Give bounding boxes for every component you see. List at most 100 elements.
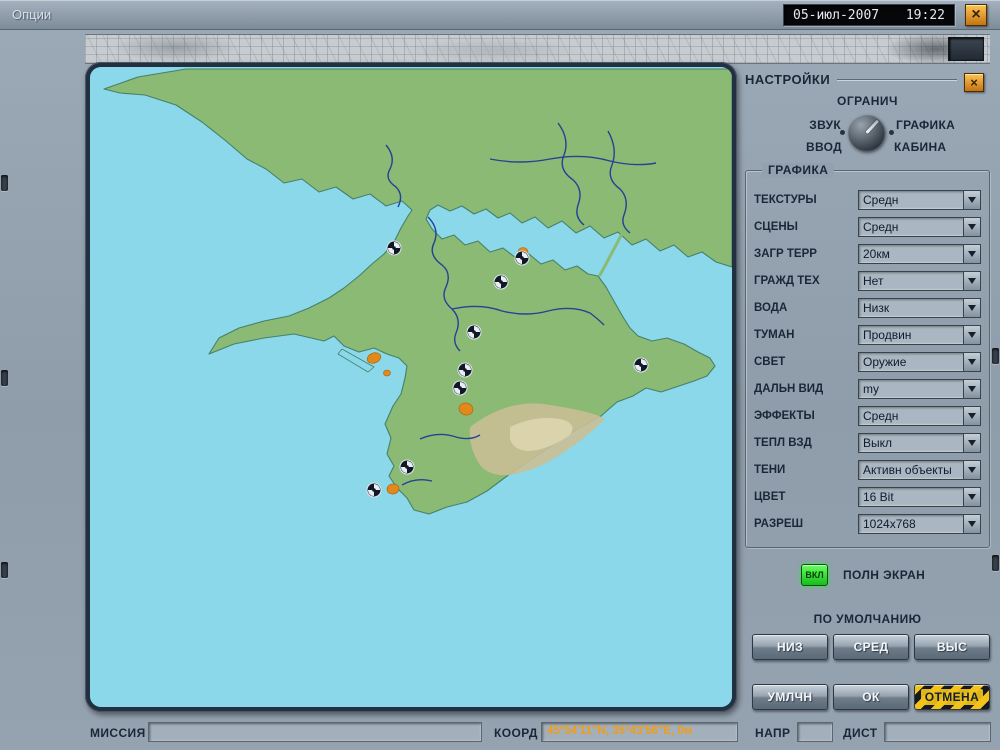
row-label: ВОДА: [754, 302, 858, 314]
mission-field: [148, 722, 482, 742]
row-label: ТЕПЛ ВЗД: [754, 437, 858, 449]
airfield-marker[interactable]: [387, 241, 401, 255]
defaults-label: ПО УМОЛЧАНИЮ: [745, 612, 990, 626]
dropdown-value: Низк: [859, 299, 963, 317]
knob-label-graphics[interactable]: ГРАФИКА: [896, 118, 955, 132]
chevron-down-icon: [968, 278, 976, 284]
terrain-load-dropdown[interactable]: 20км: [858, 244, 981, 264]
airfield-marker[interactable]: [494, 275, 508, 289]
dropdown-arrow-button[interactable]: [963, 380, 980, 398]
fullscreen-toggle[interactable]: ВКЛ: [801, 564, 828, 586]
action-buttons: УМЛЧН ОК ОТМЕНА: [752, 684, 990, 710]
effects-dropdown[interactable]: Средн: [858, 406, 981, 426]
fullscreen-label: ПОЛН ЭКРАН: [843, 568, 925, 582]
scenes-dropdown[interactable]: Средн: [858, 217, 981, 237]
strip-inset-panel: [948, 37, 984, 61]
header-rule: [837, 79, 957, 81]
chevron-down-icon: [968, 386, 976, 392]
graphics-row: СВЕТ Оружие: [754, 348, 981, 375]
airfield-marker[interactable]: [367, 483, 381, 497]
groupbox-legend: ГРАФИКА: [762, 163, 834, 177]
dropdown-arrow-button[interactable]: [963, 353, 980, 371]
defaults-high-button[interactable]: ВЫС: [914, 634, 990, 660]
dropdown-value: 16 Bit: [859, 488, 963, 506]
lights-dropdown[interactable]: Оружие: [858, 352, 981, 372]
dropdown-arrow-button[interactable]: [963, 515, 980, 533]
knob-label-sound[interactable]: ЗВУК: [745, 118, 841, 132]
dropdown-value: my: [859, 380, 963, 398]
category-knob[interactable]: [848, 114, 885, 151]
row-label: ТУМАН: [754, 329, 858, 341]
window-close-button[interactable]: ×: [965, 4, 987, 26]
row-label: ЦВЕТ: [754, 491, 858, 503]
chevron-down-icon: [968, 413, 976, 419]
row-label: СЦЕНЫ: [754, 221, 858, 233]
dropdown-value: 20км: [859, 245, 963, 263]
dropdown-arrow-button[interactable]: [963, 407, 980, 425]
defaults-medium-button[interactable]: СРЕД: [833, 634, 909, 660]
graphics-row: ТЕНИ Активн объекты: [754, 456, 981, 483]
heading-label: НАПР: [755, 726, 790, 740]
chevron-down-icon: [968, 521, 976, 527]
fog-dropdown[interactable]: Продвин: [858, 325, 981, 345]
shadows-dropdown[interactable]: Активн объекты: [858, 460, 981, 480]
knob-label-cockpit[interactable]: КАБИНА: [894, 140, 946, 154]
knob-label-input[interactable]: ВВОД: [745, 140, 842, 154]
graphics-row: РАЗРЕШ 1024x768: [754, 510, 981, 537]
airfield-marker[interactable]: [467, 325, 481, 339]
resolution-dropdown[interactable]: 1024x768: [858, 514, 981, 534]
row-label: ДАЛЬН ВИД: [754, 383, 858, 395]
water-dropdown[interactable]: Низк: [858, 298, 981, 318]
ok-button[interactable]: ОК: [833, 684, 909, 710]
cancel-button-label: ОТМЕНА: [921, 689, 983, 705]
graphics-groupbox: ГРАФИКА ТЕКСТУРЫ Средн СЦЕНЫ Средн ЗАГР …: [745, 170, 990, 548]
graphics-row: ВОДА Низк: [754, 294, 981, 321]
row-label: ТЕКСТУРЫ: [754, 194, 858, 206]
defaults-button[interactable]: УМЛЧН: [752, 684, 828, 710]
dropdown-arrow-button[interactable]: [963, 488, 980, 506]
graphics-row: ТЕКСТУРЫ Средн: [754, 186, 981, 213]
civilian-traffic-dropdown[interactable]: Нет: [858, 271, 981, 291]
map-view[interactable]: [90, 67, 732, 707]
graphics-row: ЗАГР ТЕРР 20км: [754, 240, 981, 267]
dropdown-arrow-button[interactable]: [963, 299, 980, 317]
dropdown-value: Активн объекты: [859, 461, 963, 479]
dropdown-arrow-button[interactable]: [963, 245, 980, 263]
graphics-row: ДАЛЬН ВИД my: [754, 375, 981, 402]
cancel-button[interactable]: ОТМЕНА: [914, 684, 990, 710]
chevron-down-icon: [968, 251, 976, 257]
knob-tick: [840, 130, 845, 135]
close-icon: ×: [970, 76, 978, 89]
chevron-down-icon: [968, 197, 976, 203]
date-value: 05-июл-2007: [793, 8, 879, 23]
graphics-row: ТУМАН Продвин: [754, 321, 981, 348]
defaults-low-button[interactable]: НИЗ: [752, 634, 828, 660]
options-screen: Опции 05-июл-2007 19:22 ×: [0, 0, 1000, 750]
dropdown-arrow-button[interactable]: [963, 272, 980, 290]
heat-haze-dropdown[interactable]: Выкл: [858, 433, 981, 453]
graphics-row: ЭФФЕКТЫ Средн: [754, 402, 981, 429]
dropdown-arrow-button[interactable]: [963, 326, 980, 344]
dropdown-arrow-button[interactable]: [963, 434, 980, 452]
airfield-marker[interactable]: [515, 251, 529, 265]
panel-clip: [992, 555, 999, 571]
textures-dropdown[interactable]: Средн: [858, 190, 981, 210]
map-svg: [90, 67, 732, 707]
knob-title: ОГРАНИЧ: [745, 94, 990, 108]
airfield-marker[interactable]: [458, 363, 472, 377]
graphics-row: ТЕПЛ ВЗД Выкл: [754, 429, 981, 456]
row-label: ГРАЖД ТЕХ: [754, 275, 858, 287]
airfield-marker[interactable]: [400, 460, 414, 474]
view-distance-dropdown[interactable]: my: [858, 379, 981, 399]
graphics-row: ЦВЕТ 16 Bit: [754, 483, 981, 510]
row-label: РАЗРЕШ: [754, 518, 858, 530]
color-depth-dropdown[interactable]: 16 Bit: [858, 487, 981, 507]
airfield-marker[interactable]: [634, 358, 648, 372]
settings-close-button[interactable]: ×: [964, 73, 984, 92]
dropdown-arrow-button[interactable]: [963, 218, 980, 236]
title-bar: Опции 05-июл-2007 19:22 ×: [0, 0, 1000, 30]
dropdown-value: 1024x768: [859, 515, 963, 533]
dropdown-arrow-button[interactable]: [963, 191, 980, 209]
dropdown-arrow-button[interactable]: [963, 461, 980, 479]
airfield-marker[interactable]: [453, 381, 467, 395]
